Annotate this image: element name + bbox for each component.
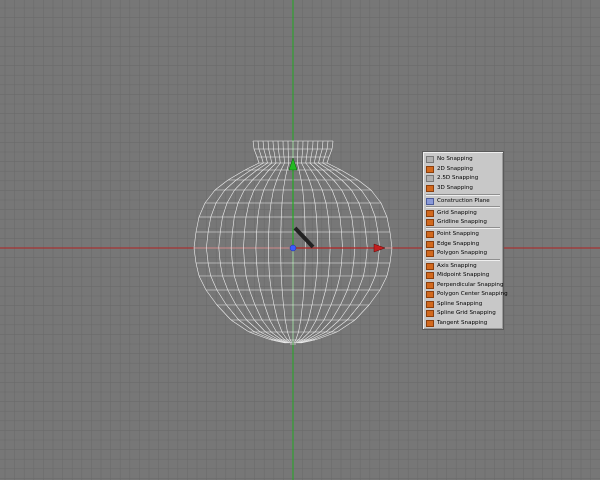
menu-item-label: No Snapping <box>437 156 473 162</box>
menu-item-spline-snap[interactable]: Spline Snapping <box>424 300 502 309</box>
tangent-snap-icon <box>426 319 434 327</box>
menu-item-gridline-snap[interactable]: Gridline Snapping <box>424 218 502 227</box>
menu-item-label: Grid Snapping <box>437 209 477 216</box>
polygon-snap-icon <box>426 250 434 257</box>
pivot-point[interactable] <box>289 244 297 252</box>
gizmo-y-arrow-icon[interactable] <box>288 157 298 171</box>
menu-item-label: Spline Snapping <box>437 300 483 307</box>
menu-item-snap-25d[interactable]: 2.5D Snapping <box>424 174 502 183</box>
point-snap-icon <box>426 231 434 238</box>
axis-snap-icon <box>426 262 434 270</box>
3d-viewport[interactable] <box>0 0 600 480</box>
menu-item-no-snap[interactable]: No Snapping <box>424 155 502 164</box>
menu-separator <box>426 227 500 229</box>
menu-item-label: Point Snapping <box>437 231 479 237</box>
snap-2d-icon <box>426 165 434 173</box>
menu-item-label: Perpendicular Snapping <box>437 281 504 288</box>
menu-item-polygon-snap[interactable]: Polygon Snapping <box>424 249 502 258</box>
edge-snap-icon <box>426 240 434 248</box>
snapping-menu: No Snapping 2D Snapping 2.5D Snapping 3D Sn… <box>422 151 508 330</box>
menu-item-snap-2d[interactable]: 2D Snapping <box>424 165 502 174</box>
menu-item-label: Polygon Center Snapping <box>437 291 508 297</box>
menu-item-tangent-snap[interactable]: Tangent Snapping <box>424 319 502 328</box>
menu-item-label: 3D Snapping <box>437 184 473 191</box>
snap-3d-icon <box>426 184 434 192</box>
menu-item-edge-snap[interactable]: Edge Snapping <box>424 240 502 249</box>
menu-item-perpendicular-snap[interactable]: Perpendicular Snapping <box>424 281 504 290</box>
menu-item-label: Edge Snapping <box>437 240 480 247</box>
menu-item-label: 2.5D Snapping <box>437 175 479 181</box>
grid-snap-icon <box>426 209 434 217</box>
menu-item-label: Spline Grid Snapping <box>437 310 496 316</box>
snap-25d-icon <box>426 175 434 182</box>
midpoint-snap-icon <box>426 272 434 279</box>
construction-plane-icon <box>426 198 434 205</box>
spline-snap-icon <box>426 300 434 308</box>
menu-item-spline-grid-snap[interactable]: Spline Grid Snapping <box>424 309 502 318</box>
spline-grid-snap-icon <box>426 310 434 317</box>
no-snap-icon <box>426 156 434 163</box>
gridline-snap-icon <box>426 219 434 226</box>
menu-item-snap-3d[interactable]: 3D Snapping <box>424 184 502 193</box>
menu-item-label: Axis Snapping <box>437 262 477 269</box>
menu-item-label: 2D Snapping <box>437 165 473 172</box>
menu-separator <box>426 194 500 196</box>
menu-item-point-snap[interactable]: Point Snapping <box>424 230 502 239</box>
viewport-canvas <box>0 0 600 480</box>
gizmo-z-axis-line[interactable] <box>293 226 315 249</box>
menu-item-grid-snap[interactable]: Grid Snapping <box>424 209 502 218</box>
menu-item-label: Midpoint Snapping <box>437 272 490 278</box>
menu-item-label: Gridline Snapping <box>437 219 487 225</box>
menu-item-axis-snap[interactable]: Axis Snapping <box>424 262 502 271</box>
menu-item-label: Polygon Snapping <box>437 250 488 256</box>
menu-item-polygon-center-snap[interactable]: Polygon Center Snapping <box>424 290 508 299</box>
menu-item-midpoint-snap[interactable]: Midpoint Snapping <box>424 271 502 280</box>
ground-grid <box>0 0 600 480</box>
menu-item-label: Tangent Snapping <box>437 319 488 326</box>
menu-separator <box>426 205 500 208</box>
menu-separator <box>426 258 500 261</box>
perpendicular-snap-icon <box>426 281 434 289</box>
polygon-center-snap-icon <box>426 291 434 298</box>
